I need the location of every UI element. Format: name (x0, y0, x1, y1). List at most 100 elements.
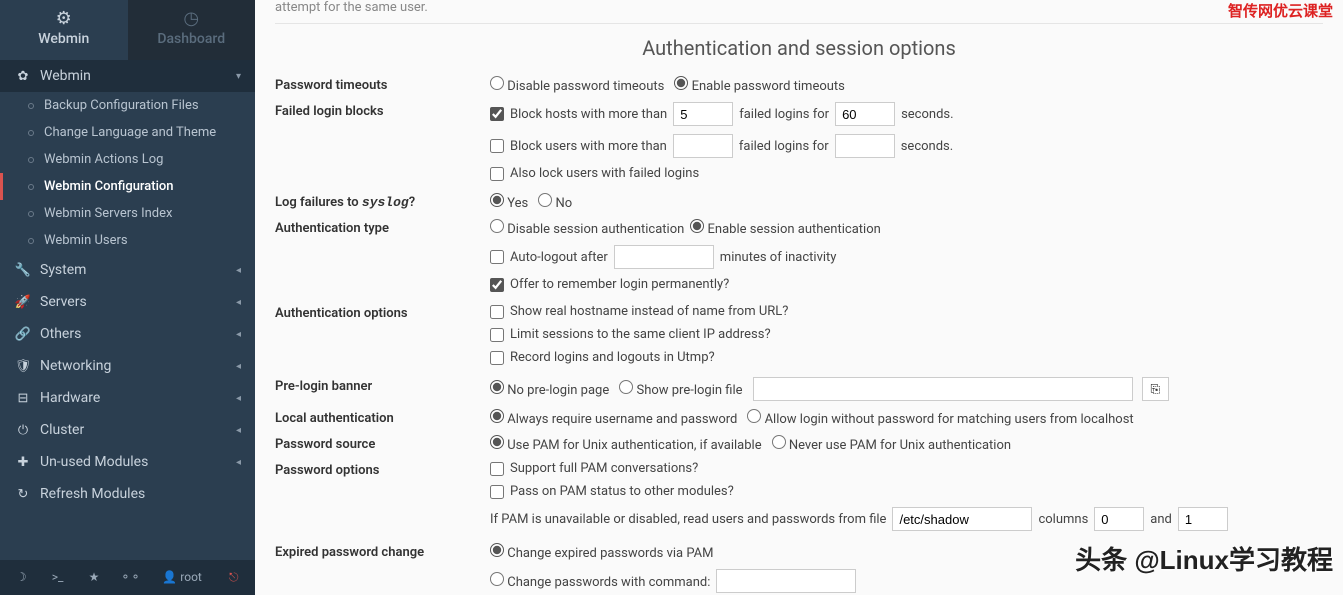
star-icon: ★ (89, 570, 100, 584)
check-pam-status[interactable] (490, 485, 504, 499)
sidebar-cat-webmin[interactable]: ✿ Webmin ▾ (0, 60, 255, 92)
bullet-icon (28, 130, 34, 136)
gear-icon: ✿ (14, 69, 32, 84)
watermark-top: 智传网优云课堂 (1228, 0, 1333, 21)
logout-button[interactable]: ⎋ (217, 566, 251, 589)
tab-dashboard[interactable]: ◷ Dashboard (128, 0, 256, 60)
webmin-icon: ⚙ (0, 8, 128, 29)
bullet-icon (28, 157, 34, 163)
favorites-button[interactable]: ★ (77, 566, 111, 589)
label-auth-type: Authentication type (275, 219, 490, 236)
share-icon: ⚬⚬ (120, 570, 140, 584)
caret-left-icon: ◂ (236, 297, 241, 308)
sidebar-cat-networking[interactable]: 🛡Networking◂ (0, 350, 255, 382)
radio-syslog-no[interactable]: No (538, 193, 572, 211)
radio-enable-pw-timeouts[interactable]: Enable password timeouts (674, 76, 845, 94)
check-real-hostname[interactable] (490, 305, 504, 319)
label-password-source: Password source (275, 435, 490, 452)
caret-down-icon: ▾ (236, 71, 241, 82)
tab-webmin[interactable]: ⚙ Webmin (0, 0, 128, 60)
check-limit-ip[interactable] (490, 328, 504, 342)
radio-always-require[interactable]: Always require username and password (490, 409, 737, 427)
watermark-bottom: 头条 @Linux学习教程 (1075, 540, 1333, 577)
radio-disable-pw-timeouts[interactable]: Disable password timeouts (490, 76, 664, 94)
sidebar-item-configuration[interactable]: Webmin Configuration (0, 173, 255, 200)
puzzle-icon: ✚ (14, 455, 32, 470)
bullet-icon (28, 238, 34, 244)
moon-icon: ☽ (16, 570, 27, 584)
sidebar-refresh[interactable]: ↻Refresh Modules (0, 478, 255, 510)
caret-left-icon: ◂ (236, 361, 241, 372)
sidebar-item-language[interactable]: Change Language and Theme (0, 119, 255, 146)
sidebar-item-users[interactable]: Webmin Users (0, 227, 255, 254)
caret-left-icon: ◂ (236, 329, 241, 340)
sidebar-item-servers-index[interactable]: Webmin Servers Index (0, 200, 255, 227)
radio-disable-session[interactable]: Disable session authentication (490, 219, 684, 237)
sidebar-cat-cluster[interactable]: ⏻Cluster◂ (0, 414, 255, 446)
dashboard-icon: ◷ (128, 8, 256, 29)
terminal-button[interactable]: >_ (40, 566, 74, 589)
label-password-timeouts: Password timeouts (275, 76, 490, 93)
radio-no-prelogin[interactable]: No pre-login page (490, 380, 609, 398)
input-users-seconds[interactable] (835, 134, 895, 158)
sidebar-item-actions-log[interactable]: Webmin Actions Log (0, 146, 255, 173)
caret-left-icon: ◂ (236, 425, 241, 436)
sidebar-cat-servers[interactable]: 🚀Servers◂ (0, 286, 255, 318)
input-users-count[interactable] (673, 134, 733, 158)
user-button[interactable]: 👤 root (150, 566, 215, 589)
label-failed-login-blocks: Failed login blocks (275, 102, 490, 119)
input-hosts-seconds[interactable] (835, 102, 895, 126)
sidebar-footer: ☽ >_ ★ ⚬⚬ 👤 root ⎋ (0, 560, 255, 595)
caret-left-icon: ◂ (236, 265, 241, 276)
tab-webmin-label: Webmin (38, 31, 89, 47)
bullet-icon (28, 103, 34, 109)
input-hosts-count[interactable] (673, 102, 733, 126)
sidebar-cat-others[interactable]: 🔗Others◂ (0, 318, 255, 350)
radio-enable-session[interactable]: Enable session authentication (690, 219, 880, 237)
label-prelogin: Pre-login banner (275, 377, 490, 394)
input-col1[interactable] (1094, 507, 1144, 531)
label-password-options: Password options (275, 461, 490, 478)
bullet-icon (28, 211, 34, 217)
check-remember[interactable] (490, 278, 504, 292)
check-pam-conv[interactable] (490, 462, 504, 476)
check-record-utmp[interactable] (490, 351, 504, 365)
file-browse-button[interactable]: ⎘ (1142, 377, 1170, 401)
rocket-icon: 🚀 (14, 295, 32, 310)
input-pam-file[interactable] (892, 507, 1032, 531)
input-col2[interactable] (1178, 507, 1228, 531)
check-also-lock[interactable] (490, 167, 504, 181)
theme-toggle-button[interactable]: ☽ (4, 566, 38, 589)
label-local-auth: Local authentication (275, 409, 490, 426)
sidebar-item-backup[interactable]: Backup Configuration Files (0, 92, 255, 119)
sidebar: ⚙ Webmin ◷ Dashboard ✿ Webmin ▾ Backup C… (0, 0, 255, 595)
share-button[interactable]: ⚬⚬ (113, 566, 147, 589)
main-content: 智传网优云课堂 attempt for the same user. Authe… (255, 0, 1343, 595)
radio-syslog-yes[interactable]: Yes (490, 193, 528, 211)
check-block-hosts[interactable] (490, 107, 504, 121)
link-icon: 🔗 (14, 327, 32, 342)
radio-change-via-pam[interactable]: Change expired passwords via PAM (490, 543, 714, 561)
terminal-icon: >_ (52, 570, 64, 584)
sidebar-cat-system[interactable]: 🔧System◂ (0, 254, 255, 286)
label-log-failures: Log failures to syslog? (275, 193, 490, 210)
input-auto-logout[interactable] (614, 245, 714, 269)
radio-allow-localhost[interactable]: Allow login without password for matchin… (747, 409, 1133, 427)
radio-never-pam[interactable]: Never use PAM for Unix authentication (772, 435, 1011, 453)
check-auto-logout[interactable] (490, 250, 504, 264)
sidebar-cat-unused[interactable]: ✚Un-used Modules◂ (0, 446, 255, 478)
refresh-icon: ↻ (14, 487, 32, 502)
label-auth-options: Authentication options (275, 304, 490, 321)
user-icon: 👤 (162, 570, 177, 584)
input-change-cmd[interactable] (716, 569, 856, 593)
label-expired-change: Expired password change (275, 543, 490, 560)
wrench-icon: 🔧 (14, 263, 32, 278)
input-prelogin-file[interactable] (753, 377, 1133, 401)
check-block-users[interactable] (490, 139, 504, 153)
radio-show-prelogin[interactable]: Show pre-login file (619, 380, 742, 398)
radio-change-with-cmd[interactable]: Change passwords with command: (490, 572, 710, 590)
power-icon: ⏻ (14, 423, 32, 438)
file-icon: ⎘ (1151, 382, 1161, 396)
radio-use-pam[interactable]: Use PAM for Unix authentication, if avai… (490, 435, 762, 453)
sidebar-cat-hardware[interactable]: ⊟Hardware◂ (0, 382, 255, 414)
